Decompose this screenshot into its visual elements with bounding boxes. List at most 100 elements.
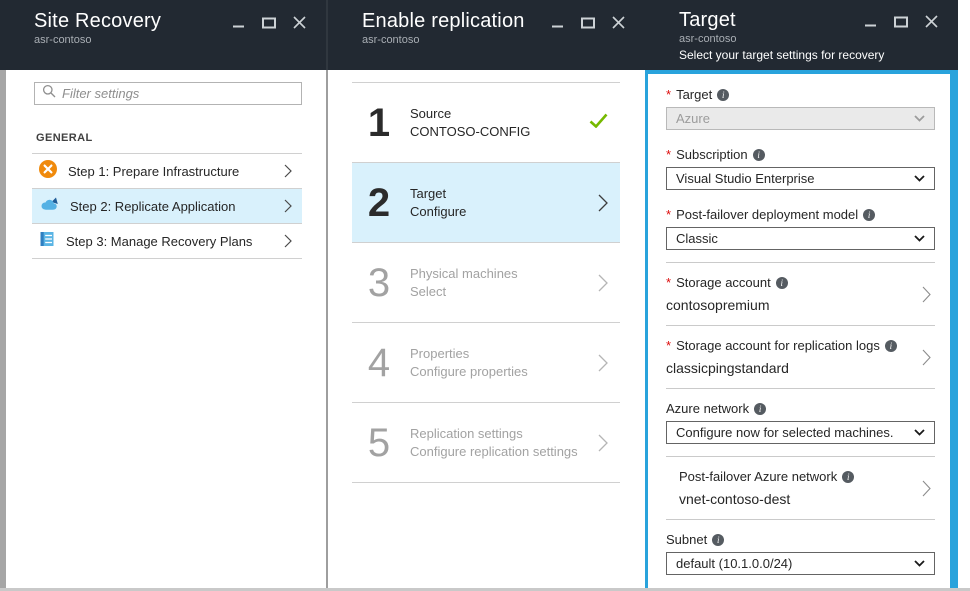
wizard-step-source[interactable]: 1 Source CONTOSO-CONFIG (352, 83, 620, 163)
chevron-right-icon (598, 194, 608, 212)
divider (666, 262, 935, 263)
close-icon[interactable] (293, 16, 306, 29)
step-subtitle: Configure (410, 203, 582, 221)
step-title: Source (410, 105, 573, 123)
wizard-step-physical-machines: 3 Physical machines Select (352, 243, 620, 323)
storage-logs-field-label: * Storage account for replication logs (666, 338, 897, 353)
chevron-down-icon (914, 235, 925, 242)
portal-left-edge (0, 70, 6, 588)
azure-network-field-label: Azure network (666, 401, 935, 416)
info-icon[interactable] (754, 403, 766, 415)
wizard-step-target[interactable]: 2 Target Configure (352, 163, 620, 243)
required-marker: * (666, 147, 671, 162)
step-title: Physical machines (410, 265, 582, 283)
sidebar-item-replicate-application[interactable]: Step 2: Replicate Application (32, 189, 302, 224)
azure-network-dropdown[interactable]: Configure now for selected machines. (666, 421, 935, 444)
required-marker: * (666, 338, 671, 353)
close-icon[interactable] (925, 15, 938, 28)
info-icon[interactable] (885, 340, 897, 352)
info-icon[interactable] (717, 89, 729, 101)
step-subtitle: CONTOSO-CONFIG (410, 123, 573, 141)
step-number: 5 (364, 423, 394, 463)
azure-portal-screen: Site Recovery asr-contoso GENERAL Step 1… (0, 0, 970, 591)
blade-header: Enable replication asr-contoso (328, 0, 645, 70)
general-section-label: GENERAL (36, 132, 302, 144)
subscription-dropdown[interactable]: Visual Studio Enterprise (666, 167, 935, 190)
blade-title: Site Recovery (34, 9, 233, 33)
step-number: 2 (364, 183, 394, 223)
required-marker: * (666, 87, 671, 102)
wizard-steps-list: 1 Source CONTOSO-CONFIG 2 Target Configu… (352, 82, 620, 483)
check-icon (589, 113, 608, 133)
maximize-icon[interactable] (894, 16, 908, 28)
filter-settings-input[interactable] (62, 86, 294, 101)
chevron-down-icon (914, 115, 925, 122)
target-dropdown: Azure (666, 107, 935, 130)
sidebar-item-manage-recovery-plans[interactable]: Step 3: Manage Recovery Plans (32, 224, 302, 259)
maximize-icon[interactable] (581, 17, 595, 29)
step-subtitle: Configure properties (410, 363, 582, 381)
blade-enable-replication: Enable replication asr-contoso 1 Source … (328, 0, 645, 588)
subscription-field-label: * Subscription (666, 147, 935, 162)
chevron-down-icon (914, 429, 925, 436)
blade-subtitle: asr-contoso (362, 34, 631, 46)
minimize-icon[interactable] (865, 16, 877, 28)
blade-title: Enable replication (362, 9, 552, 33)
storage-account-picker[interactable]: * Storage account contosopremium (666, 275, 935, 313)
recovery-plans-icon (39, 231, 55, 252)
info-icon[interactable] (842, 471, 854, 483)
blade-header: Target asr-contoso Select your target se… (645, 0, 958, 70)
step-subtitle: Configure replication settings (410, 443, 582, 461)
target-field-label: * Target (666, 87, 935, 102)
chevron-down-icon (914, 560, 925, 567)
step-number: 1 (364, 103, 394, 143)
search-icon (42, 84, 56, 103)
wizard-step-replication-settings: 5 Replication settings Configure replica… (352, 403, 620, 483)
info-icon[interactable] (712, 534, 724, 546)
tools-icon (39, 160, 57, 183)
chevron-right-icon (922, 286, 931, 303)
blade-subtitle: asr-contoso (34, 34, 312, 46)
post-failover-network-picker[interactable]: Post-failover Azure network vnet-contoso… (666, 469, 935, 507)
post-failover-network-field-label: Post-failover Azure network (679, 469, 854, 484)
deployment-model-dropdown[interactable]: Classic (666, 227, 935, 250)
storage-logs-picker[interactable]: * Storage account for replication logs c… (666, 338, 935, 376)
chevron-right-icon (284, 234, 292, 248)
step-title: Properties (410, 345, 582, 363)
step-subtitle: Select (410, 283, 582, 301)
maximize-icon[interactable] (262, 17, 276, 29)
minimize-icon[interactable] (552, 17, 564, 29)
storage-account-value: contosopremium (666, 297, 788, 313)
divider (666, 388, 935, 389)
info-icon[interactable] (863, 209, 875, 221)
close-icon[interactable] (612, 16, 625, 29)
step-number: 3 (364, 263, 394, 303)
sidebar-item-label: Step 3: Manage Recovery Plans (66, 234, 273, 249)
blade-site-recovery: Site Recovery asr-contoso GENERAL Step 1… (0, 0, 326, 588)
step-title: Replication settings (410, 425, 582, 443)
minimize-icon[interactable] (233, 17, 245, 29)
blade-content: GENERAL Step 1: Prepare Infrastructure S… (0, 70, 326, 588)
settings-nav-list: Step 1: Prepare Infrastructure Step 2: R… (32, 153, 302, 259)
subnet-dropdown[interactable]: default (10.1.0.0/24) (666, 552, 935, 575)
storage-account-field-label: * Storage account (666, 275, 788, 290)
subnet-field-label: Subnet (666, 532, 935, 547)
target-form: * Target Azure * Subscription Visual Stu… (645, 70, 958, 588)
info-icon[interactable] (776, 277, 788, 289)
wizard-step-properties: 4 Properties Configure properties (352, 323, 620, 403)
divider (666, 519, 935, 520)
blade-header: Site Recovery asr-contoso (0, 0, 326, 70)
filter-settings-box (34, 82, 302, 105)
blade-description: Select your target settings for recovery (679, 48, 944, 62)
blade-content: 1 Source CONTOSO-CONFIG 2 Target Configu… (328, 70, 645, 588)
deployment-model-field-label: * Post-failover deployment model (666, 207, 935, 222)
chevron-right-icon (922, 349, 931, 366)
sidebar-item-prepare-infrastructure[interactable]: Step 1: Prepare Infrastructure (32, 154, 302, 189)
divider (666, 456, 935, 457)
step-title: Target (410, 185, 582, 203)
chevron-right-icon (284, 164, 292, 178)
info-icon[interactable] (753, 149, 765, 161)
replicate-cloud-icon (39, 196, 59, 216)
sidebar-item-label: Step 1: Prepare Infrastructure (68, 164, 273, 179)
chevron-right-icon (598, 434, 608, 452)
